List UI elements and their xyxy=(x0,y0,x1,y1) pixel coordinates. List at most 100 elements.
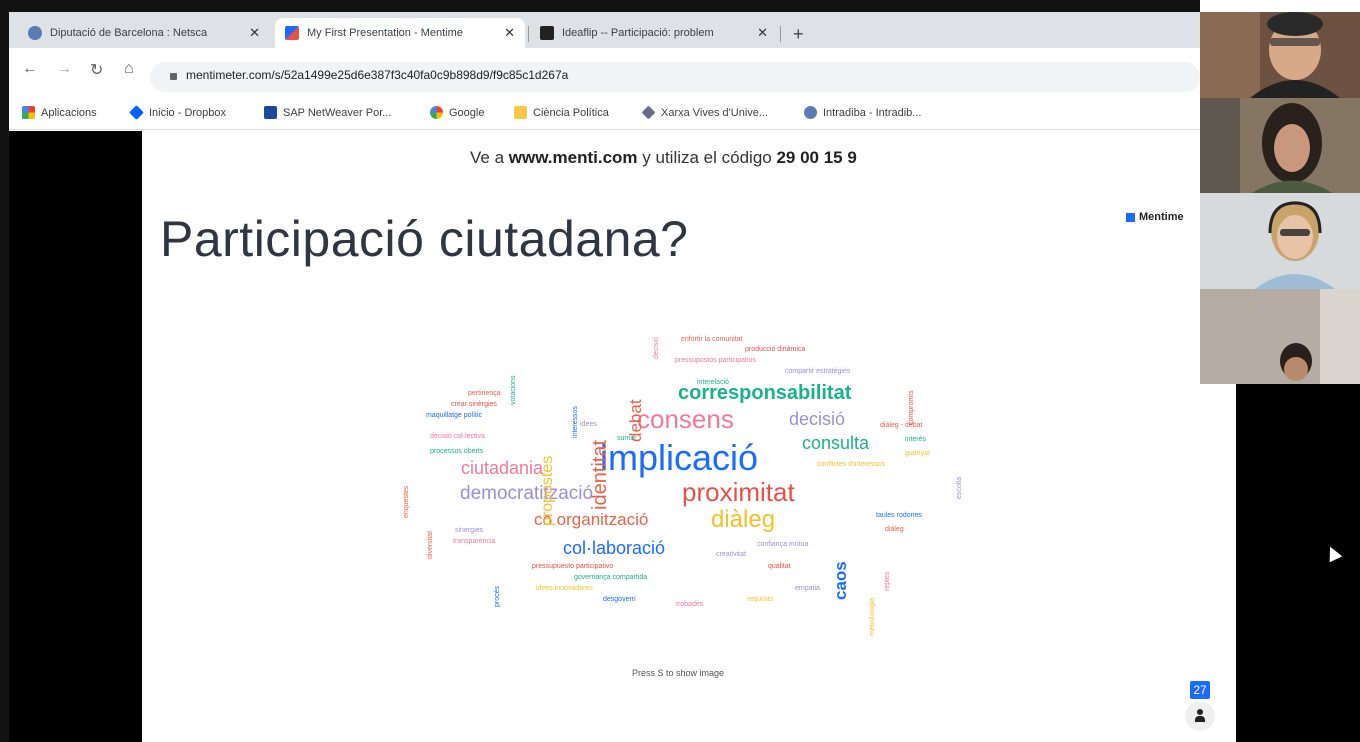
presentation-left-margin xyxy=(9,131,142,742)
bookmark-label: Aplicacions xyxy=(41,106,97,119)
bookmark-apps[interactable]: Aplicacions xyxy=(22,106,97,119)
cloud-word: identitat xyxy=(589,439,611,510)
cloud-word: trobades xyxy=(676,601,704,608)
sap-icon xyxy=(264,106,277,119)
cloud-word: sinergies xyxy=(455,527,484,534)
close-tab-icon[interactable]: ✕ xyxy=(249,25,260,41)
press-hint: Press S to show image xyxy=(632,668,725,678)
video-tile-3[interactable] xyxy=(1200,193,1360,289)
bookmark-ciencia-politica[interactable]: Ciència Política xyxy=(514,106,609,119)
cloud-word: enfortir la comunitat xyxy=(681,336,743,343)
apps-grid-icon xyxy=(22,106,35,119)
bookmark-sap[interactable]: SAP NetWeaver Por... xyxy=(264,106,391,119)
bookmark-label: Inicio - Dropbox xyxy=(149,106,227,119)
gov-icon xyxy=(28,26,42,40)
cloud-word: idees xyxy=(580,421,597,428)
tab-mentimeter[interactable]: My First Presentation - Mentime ✕ xyxy=(275,18,525,48)
bookmark-google[interactable]: Google xyxy=(430,106,484,119)
cloud-word: pressupostos participatius xyxy=(675,357,756,364)
cloud-word: procés xyxy=(494,586,501,608)
google-icon xyxy=(430,106,443,119)
video-tile-1[interactable] xyxy=(1200,12,1360,98)
cloud-word: caos xyxy=(831,561,850,601)
mentimeter-icon xyxy=(285,26,299,40)
cloud-word: creativitat xyxy=(716,551,746,558)
slide-title: Participació ciutadana? xyxy=(160,211,689,267)
participant-video-1 xyxy=(1200,12,1360,98)
cloud-word: decisió col·lectiva xyxy=(430,433,485,440)
cloud-word: requisits xyxy=(747,596,774,603)
cloud-word: consulta xyxy=(802,433,870,453)
tab-separator xyxy=(780,26,781,42)
bookmark-dropbox[interactable]: Inicio - Dropbox xyxy=(129,105,227,120)
cloud-word: ciutadania xyxy=(461,458,544,478)
cloud-word: guanyar xyxy=(905,450,931,457)
forward-icon[interactable]: → xyxy=(56,60,72,78)
brand-text: Mentime xyxy=(1139,211,1184,223)
url-text[interactable]: mentimeter.com/s/52a1499e25d6e387f3c40fa… xyxy=(186,68,568,82)
screen-top-bar xyxy=(0,0,1200,12)
cloud-word: reptes xyxy=(884,571,891,592)
bookmark-label: Ciència Política xyxy=(533,106,609,119)
cloud-word: metodologia xyxy=(869,598,876,637)
lock-icon xyxy=(170,73,177,80)
video-tile-4[interactable] xyxy=(1200,289,1360,384)
cloud-word: escolta xyxy=(956,476,963,499)
cloud-word: votacions xyxy=(510,375,517,405)
person-icon xyxy=(1197,709,1203,715)
cloud-word: desgovern xyxy=(603,596,636,603)
tab-ideaflip[interactable]: Ideaflip -- Participació: problem ✕ xyxy=(530,18,778,48)
instructions-text: Ve a xyxy=(470,148,509,167)
participants-button[interactable] xyxy=(1185,701,1215,731)
cloud-word: decisió xyxy=(653,337,660,359)
close-tab-icon[interactable]: ✕ xyxy=(757,25,768,41)
tab-title: Ideaflip -- Participació: problem xyxy=(562,27,714,39)
home-icon[interactable]: ⌂ xyxy=(124,60,134,78)
participant-video-3 xyxy=(1200,193,1360,289)
cloud-word: taules rodones xyxy=(876,512,922,519)
cloud-word: diàleg - debat xyxy=(880,422,923,429)
menti-site: www.menti.com xyxy=(508,148,638,167)
cloud-word: pertinença xyxy=(468,390,501,397)
cloud-word: crear sinèrgies xyxy=(451,401,497,408)
new-tab-button[interactable]: + xyxy=(793,24,804,45)
instructions-text: y utiliza el código xyxy=(637,148,777,167)
presentation-right-margin xyxy=(1236,384,1360,742)
bookmark-xarxa-vives[interactable]: Xarxa Vives d'Unive... xyxy=(641,105,768,120)
folder-icon xyxy=(514,106,527,119)
bookmark-label: SAP NetWeaver Por... xyxy=(283,106,392,119)
cloud-word: propostes xyxy=(539,455,556,527)
cloud-word: transparència xyxy=(453,538,496,545)
cloud-word: qualitat xyxy=(768,563,791,570)
cloud-word: pressupuesto participativo xyxy=(532,563,614,570)
voting-code: 29 00 15 9 xyxy=(776,148,857,167)
cloud-word: enquestes xyxy=(403,485,410,518)
cloud-word: diàleg xyxy=(711,506,776,533)
participant-video-4 xyxy=(1200,289,1360,384)
back-icon[interactable]: ← xyxy=(22,60,38,78)
cloud-word: decisió xyxy=(789,409,846,429)
video-tile-2[interactable] xyxy=(1200,98,1360,193)
screen: { "browser": { "tabs": [ {"title": "Dipu… xyxy=(0,0,1360,742)
cloud-word: proximitat xyxy=(682,477,795,507)
mentimeter-logo-icon xyxy=(1126,212,1135,222)
screen-left-edge xyxy=(0,12,9,742)
cloud-word: diversitat xyxy=(427,530,434,559)
cloud-word: col·laboració xyxy=(563,538,666,558)
tab-title: My First Presentation - Mentime xyxy=(307,27,463,39)
cloud-word: sumar xyxy=(617,435,637,442)
cloud-word: consens xyxy=(637,404,734,434)
cloud-word: confiança mútua xyxy=(757,541,809,548)
xarxa-icon xyxy=(641,105,656,120)
cloud-word: idees innovadores xyxy=(536,585,593,592)
join-instructions: Ve a www.menti.com y utiliza el código 2… xyxy=(470,148,857,168)
participant-count-badge: 27 xyxy=(1190,681,1210,699)
ideaflip-icon xyxy=(540,26,554,40)
bookmark-label: Intradiba - Intradib... xyxy=(823,106,922,119)
cloud-word: democratització xyxy=(460,483,594,504)
close-tab-icon[interactable]: ✕ xyxy=(504,25,515,41)
reload-icon[interactable]: ↻ xyxy=(90,60,103,80)
cloud-word: producció dinàmica xyxy=(745,346,806,353)
bookmark-intradiba[interactable]: Intradiba - Intradib... xyxy=(804,106,921,119)
tab-diputacio[interactable]: Diputació de Barcelona : Netsca ✕ xyxy=(18,18,270,48)
